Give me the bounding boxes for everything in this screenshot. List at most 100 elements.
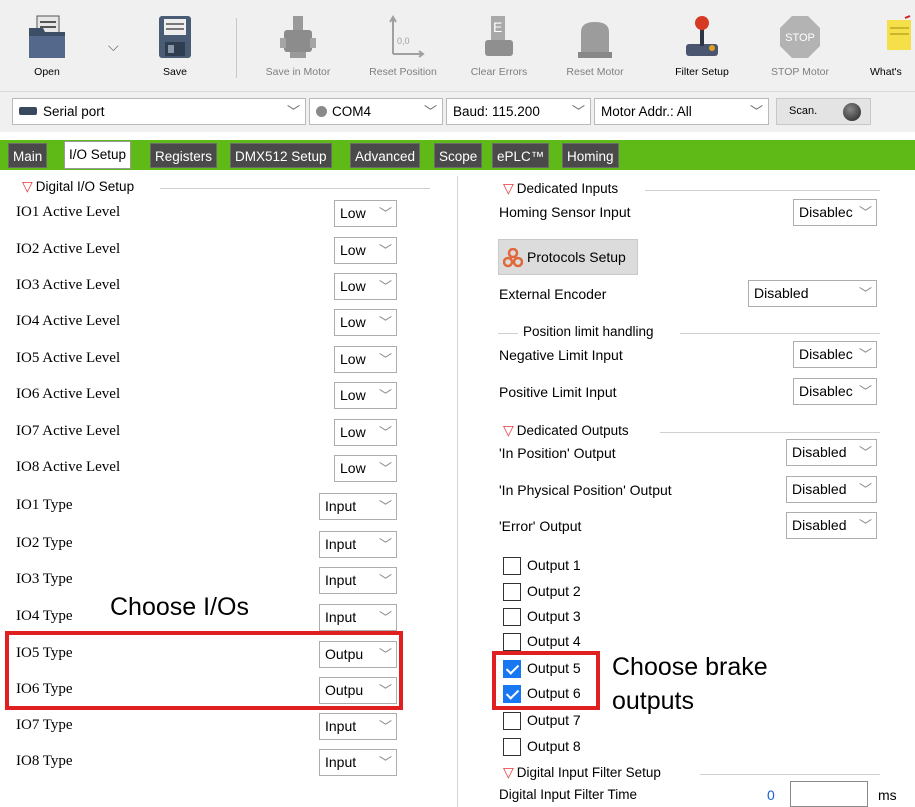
sticky-note-icon bbox=[887, 15, 912, 50]
tab-dmx512-setup[interactable]: DMX512 Setup bbox=[230, 143, 332, 168]
tab-bar: Main I/O Setup Registers DMX512 Setup Ad… bbox=[0, 140, 915, 170]
io4-active-level-select[interactable]: Low ﹀ bbox=[334, 309, 397, 336]
svg-text:E: E bbox=[493, 19, 502, 35]
dedicated-inputs-header[interactable]: ▽ Dedicated Inputs bbox=[503, 180, 618, 197]
negative-limit-label: Negative Limit Input bbox=[499, 347, 623, 363]
scan-button[interactable]: Scan. bbox=[776, 98, 871, 125]
collapse-triangle-icon: ▽ bbox=[22, 178, 33, 194]
negative-limit-select[interactable]: Disablec ﹀ bbox=[793, 341, 877, 368]
chevron-down-icon: ﹀ bbox=[378, 461, 392, 476]
positive-limit-label: Positive Limit Input bbox=[499, 384, 617, 400]
chevron-down-icon: ﹀ bbox=[571, 104, 585, 119]
tab-main[interactable]: Main bbox=[8, 143, 48, 168]
chevron-down-icon: ﹀ bbox=[858, 482, 872, 497]
dedicated-outputs-header[interactable]: ▽ Dedicated Outputs bbox=[503, 422, 629, 439]
motor-save-icon bbox=[280, 16, 316, 58]
error-output-select[interactable]: Disabled ﹀ bbox=[786, 512, 877, 539]
com-port-select[interactable]: COM4 ﹀ bbox=[309, 98, 443, 125]
chevron-down-icon: ﹀ bbox=[378, 388, 392, 403]
output-7-checkbox[interactable] bbox=[503, 712, 521, 730]
section-rule bbox=[160, 188, 430, 189]
io4-active-level-label: IO4 Active Level bbox=[16, 313, 121, 329]
chevron-down-icon[interactable]: ⌵ bbox=[108, 38, 119, 55]
floppy-disk-icon bbox=[159, 16, 191, 58]
io2-type-select[interactable]: Input ﹀ bbox=[319, 531, 397, 558]
io6-active-level-label: IO6 Active Level bbox=[16, 386, 121, 402]
protocols-icon bbox=[503, 248, 523, 268]
save-button[interactable]: Save bbox=[150, 14, 200, 88]
chevron-down-icon: ﹀ bbox=[858, 518, 872, 533]
joystick-icon bbox=[686, 16, 718, 56]
output-3-label: Output 3 bbox=[527, 608, 581, 624]
io8-active-level-select[interactable]: Low ﹀ bbox=[334, 455, 397, 482]
io8-type-label: IO8 Type bbox=[16, 753, 73, 769]
external-encoder-select[interactable]: Disabled ﹀ bbox=[748, 280, 877, 307]
output-8-label: Output 8 bbox=[527, 738, 581, 754]
io4-type-select[interactable]: Input ﹀ bbox=[319, 604, 397, 631]
in-position-output-label: 'In Position' Output bbox=[499, 445, 616, 461]
io3-type-label: IO3 Type bbox=[16, 571, 73, 587]
chevron-down-icon: ﹀ bbox=[858, 205, 872, 220]
tab-io-setup[interactable]: I/O Setup bbox=[64, 141, 132, 169]
toolbar-separator bbox=[236, 18, 237, 78]
output-3-checkbox[interactable] bbox=[503, 608, 521, 626]
homing-sensor-select[interactable]: Disablec ﹀ bbox=[793, 199, 877, 226]
output-8-checkbox[interactable] bbox=[503, 738, 521, 756]
chevron-down-icon: ﹀ bbox=[858, 445, 872, 460]
io5-active-level-select[interactable]: Low ﹀ bbox=[334, 346, 397, 373]
io1-type-select[interactable]: Input ﹀ bbox=[319, 493, 397, 520]
scan-indicator-icon bbox=[843, 103, 861, 121]
io7-active-level-select[interactable]: Low ﹀ bbox=[334, 419, 397, 446]
chevron-down-icon: ﹀ bbox=[378, 425, 392, 440]
tab-registers[interactable]: Registers bbox=[150, 143, 218, 168]
tab-eplc[interactable]: ePLC™ bbox=[492, 143, 550, 168]
filter-setup-button[interactable]: Filter Setup bbox=[666, 14, 738, 88]
digital-io-setup-header[interactable]: ▽ Digital I/O Setup bbox=[22, 178, 134, 195]
protocols-setup-button[interactable]: Protocols Setup bbox=[498, 239, 638, 275]
choose-ios-annotation: Choose I/Os bbox=[110, 593, 249, 621]
io1-active-level-select[interactable]: Low ﹀ bbox=[334, 200, 397, 227]
positive-limit-select[interactable]: Disablec ﹀ bbox=[793, 378, 877, 405]
output-4-checkbox[interactable] bbox=[503, 633, 521, 651]
digital-input-filter-header[interactable]: ▽ Digital Input Filter Setup bbox=[503, 764, 661, 781]
io1-active-level-label: IO1 Active Level bbox=[16, 204, 121, 220]
io2-active-level-select[interactable]: Low ﹀ bbox=[334, 237, 397, 264]
open-button[interactable]: Open bbox=[22, 14, 72, 88]
section-rule bbox=[700, 774, 880, 775]
section-rule bbox=[498, 333, 518, 334]
in-physical-position-output-select[interactable]: Disabled ﹀ bbox=[786, 476, 877, 503]
filter-time-readout: 0 bbox=[767, 787, 775, 803]
io8-type-select[interactable]: Input ﹀ bbox=[319, 749, 397, 776]
filter-time-input[interactable] bbox=[790, 781, 868, 807]
tab-advanced[interactable]: Advanced bbox=[350, 143, 421, 168]
io3-active-level-select[interactable]: Low ﹀ bbox=[334, 273, 397, 300]
port-type-select[interactable]: Serial port ﹀ bbox=[12, 98, 306, 125]
output-2-checkbox[interactable] bbox=[503, 583, 521, 601]
io8-active-level-label: IO8 Active Level bbox=[16, 459, 121, 475]
reset-position-button[interactable]: 0,0 Reset Position bbox=[360, 14, 446, 88]
choose-brake-annotation-line1: Choose brake bbox=[612, 653, 768, 681]
save-in-motor-button[interactable]: Save in Motor bbox=[258, 14, 338, 88]
serial-port-icon bbox=[19, 107, 37, 115]
chevron-down-icon: ﹀ bbox=[378, 243, 392, 258]
reset-motor-button[interactable]: Reset Motor bbox=[560, 14, 630, 88]
io7-type-select[interactable]: Input ﹀ bbox=[319, 713, 397, 740]
chevron-down-icon: ﹀ bbox=[378, 279, 392, 294]
baud-select[interactable]: Baud: 115.200 ﹀ bbox=[446, 98, 591, 125]
output-4-label: Output 4 bbox=[527, 633, 581, 649]
tab-scope[interactable]: Scope bbox=[434, 143, 483, 168]
output-1-checkbox[interactable] bbox=[503, 557, 521, 575]
highlight-box-brake-outputs bbox=[492, 651, 600, 710]
chevron-down-icon: ﹀ bbox=[378, 206, 392, 221]
in-position-output-select[interactable]: Disabled ﹀ bbox=[786, 439, 877, 466]
clear-errors-button[interactable]: E Clear Errors bbox=[466, 14, 532, 88]
io3-type-select[interactable]: Input ﹀ bbox=[319, 567, 397, 594]
stop-motor-button[interactable]: STOP STOP Motor bbox=[764, 14, 836, 88]
chevron-down-icon: ﹀ bbox=[858, 286, 872, 301]
motor-addr-select[interactable]: Motor Addr.: All ﹀ bbox=[594, 98, 769, 125]
io6-active-level-select[interactable]: Low ﹀ bbox=[334, 382, 397, 409]
tab-homing[interactable]: Homing bbox=[562, 143, 619, 168]
motor-reset-icon bbox=[578, 22, 612, 58]
whats-new-button[interactable]: What's bbox=[862, 14, 914, 88]
chevron-down-icon: ﹀ bbox=[378, 537, 392, 552]
